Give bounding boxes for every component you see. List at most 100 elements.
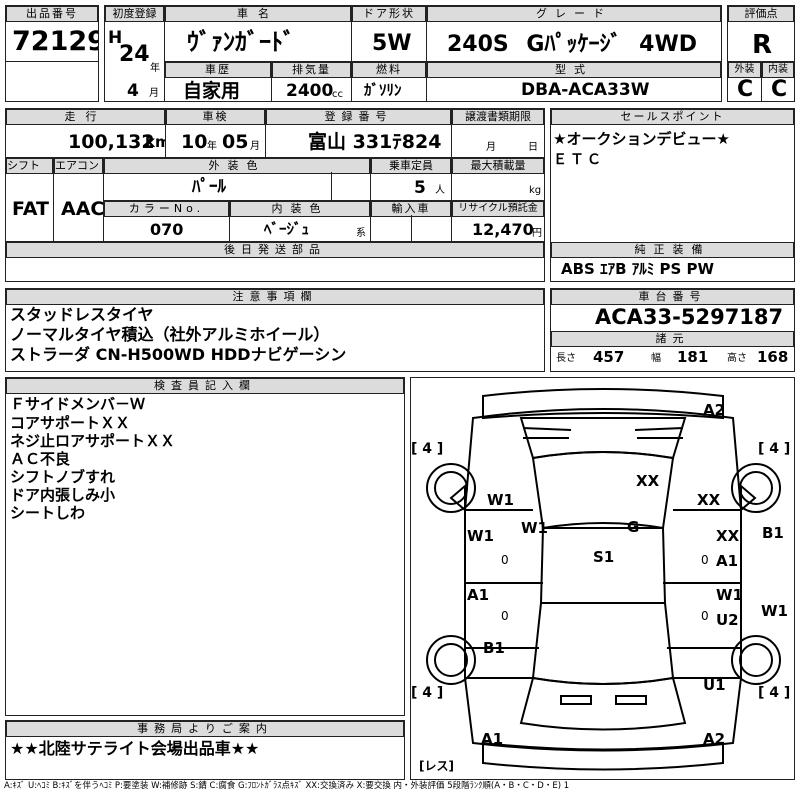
interior-grade-label: 内装 bbox=[762, 62, 794, 78]
length-label: 長さ bbox=[556, 353, 576, 364]
damage-a1-right-front-door: A1 bbox=[716, 552, 739, 570]
chassis-label: 車台番号 bbox=[551, 289, 794, 305]
aircon-label: エアコン bbox=[54, 158, 103, 174]
plate-number: 富山 331ﾃ824 bbox=[308, 131, 442, 153]
month-unit: 月 bbox=[149, 88, 159, 99]
damage-xx-right-front-door: XX bbox=[716, 527, 740, 545]
damage-s1-roof: S1 bbox=[593, 548, 615, 566]
damage-w1-pillar: W1 bbox=[521, 519, 548, 537]
tire-mark-rear-left: [ 4 ] bbox=[411, 685, 444, 701]
spare-tire-label: [レス] bbox=[419, 759, 454, 773]
inspector-label: 検査員記入欄 bbox=[6, 378, 404, 394]
recycle-label: リサイクル預託金 bbox=[452, 201, 544, 217]
interior-color-cell: 内装色 ﾍﾞｰｼﾞｭ 系 bbox=[229, 200, 371, 242]
shift-label: シフト bbox=[6, 158, 53, 174]
color-number-label: カラーNo. bbox=[104, 201, 229, 217]
office-notice-label: 事務局よりご案内 bbox=[6, 721, 404, 737]
history-label: 車歴 bbox=[165, 62, 271, 78]
exterior-grade: C bbox=[737, 77, 754, 102]
rating-label: 評価点 bbox=[728, 6, 794, 22]
inspector-note-6: ドア内張しみ小 bbox=[10, 486, 116, 504]
sales-point-2: ＥＴＣ bbox=[553, 152, 604, 168]
transfer-deadline-cell: 譲渡書類期限 月 日 bbox=[451, 108, 545, 158]
capacity-label: 乗車定員 bbox=[371, 158, 451, 174]
capacity: 5 bbox=[414, 178, 426, 198]
transfer-day-unit: 日 bbox=[528, 142, 538, 153]
tire-mark-front-left: [ 4 ] bbox=[411, 441, 444, 457]
sales-point-label: セールスポイント bbox=[551, 109, 794, 125]
first-registration-label: 初度登録 bbox=[105, 6, 164, 22]
car-name: ｳﾞｧﾝｶﾞｰﾄﾞ bbox=[187, 28, 295, 56]
later-parts-cell: 後日発送部品 bbox=[5, 241, 545, 282]
inspection-cell: 車検 10 年 05 月 bbox=[165, 108, 266, 158]
max-load-label: 最大積載量 bbox=[452, 158, 544, 174]
color-number-cell: カラーNo. 070 bbox=[103, 200, 230, 242]
exterior-grade-label: 外装 bbox=[728, 62, 761, 78]
inspector-note-3: ネジ止ロアサポートＸＸ bbox=[10, 432, 176, 450]
damage-diagram: [ 4 ] [ 4 ] [ 4 ] [ 4 ] 0 0 0 0 A2 XX XX… bbox=[410, 377, 795, 780]
grade-cell: グレード 240S Gﾊﾟｯｹｰｼﾞ 4WD bbox=[426, 5, 722, 62]
damage-w1-left-fender: W1 bbox=[487, 491, 514, 509]
chassis-cell: 車台番号 ACA33-5297187 諸元 長さ 457 幅 181 高さ 16… bbox=[550, 288, 795, 372]
damage-a2-top: A2 bbox=[703, 401, 726, 419]
model-cell: 型式 DBA-ACA33W bbox=[426, 61, 722, 102]
interior-grade: C bbox=[771, 77, 788, 102]
displacement-cell: 排気量 2400 cc bbox=[271, 61, 352, 102]
inspector-note-4: ＡＣ不良 bbox=[10, 450, 71, 468]
door-zero-left-rear: 0 bbox=[501, 609, 509, 623]
model: DBA-ACA33W bbox=[521, 80, 650, 100]
fuel-cell: 燃料 ｶﾞｿﾘﾝ bbox=[351, 61, 427, 102]
capacity-cell: 乗車定員 5 人 bbox=[370, 157, 452, 201]
mileage-unit: km bbox=[145, 133, 165, 151]
mileage-label: 走行 bbox=[6, 109, 165, 125]
displacement-unit: cc bbox=[332, 89, 343, 100]
import-divider bbox=[411, 215, 412, 241]
inspection-month: 05 bbox=[222, 131, 249, 153]
equipment-label: 純正装備 bbox=[551, 242, 794, 258]
damage-w1-left-front-door: W1 bbox=[467, 527, 494, 545]
aircon-cell: エアコン AAC bbox=[53, 157, 104, 242]
door-zero-right-front: 0 bbox=[701, 553, 709, 567]
inspection-year-unit: 年 bbox=[207, 141, 217, 152]
lot-number-label: 出品番号 bbox=[6, 6, 98, 22]
damage-u2-right-rear-door: U2 bbox=[716, 611, 739, 629]
exterior-grade-cell: 外装 C bbox=[727, 61, 762, 102]
max-load-cell: 最大積載量 kg bbox=[451, 157, 545, 201]
registration-month: 4 bbox=[127, 81, 139, 101]
inspection-label: 車検 bbox=[166, 109, 265, 125]
door-type: 5W bbox=[372, 31, 412, 56]
damage-a1-bottom: A1 bbox=[481, 730, 504, 748]
registration-year: 24 bbox=[119, 42, 150, 67]
height-label: 高さ bbox=[727, 353, 747, 364]
interior-color-label: 内装色 bbox=[230, 201, 370, 217]
equipment: ABS ｴｱB ｱﾙﾐ PS PW bbox=[561, 260, 715, 278]
shift-cell: シフト FAT bbox=[5, 157, 54, 242]
car-outline-drawing bbox=[426, 388, 781, 771]
car-name-cell: 車名 ｳﾞｧﾝｶﾞｰﾄﾞ bbox=[164, 5, 352, 62]
damage-w1-right-side: W1 bbox=[761, 602, 788, 620]
sales-point-cell: セールスポイント ★オークションデビュー★ ＥＴＣ 純正装備 ABS ｴｱB ｱ… bbox=[550, 108, 795, 282]
year-unit: 年 bbox=[150, 63, 160, 74]
damage-b1-right-side: B1 bbox=[762, 524, 784, 542]
inspector-note-7: シートしわ bbox=[10, 504, 86, 522]
later-parts-label: 後日発送部品 bbox=[6, 242, 544, 258]
width: 181 bbox=[677, 348, 709, 366]
office-notice-cell: 事務局よりご案内 ★★北陸サテライト会場出品車★★ bbox=[5, 720, 405, 780]
lot-number-cell: 出品番号 72129 bbox=[5, 5, 99, 62]
interior-grade-cell: 内装 C bbox=[761, 61, 795, 102]
chassis-number: ACA33-5297187 bbox=[595, 305, 784, 329]
history: 自家用 bbox=[183, 80, 241, 102]
damage-g-windshield: G bbox=[627, 518, 640, 536]
width-label: 幅 bbox=[651, 353, 661, 364]
recycle-cell: リサイクル預託金 12,470 円 bbox=[451, 200, 545, 242]
color: ﾊﾟｰﾙ bbox=[192, 177, 226, 197]
door-zero-left-front: 0 bbox=[501, 553, 509, 567]
door-cell: ドア形状 5W bbox=[351, 5, 427, 62]
first-registration-cell: 初度登録 H 24 年 4 月 bbox=[104, 5, 165, 102]
rating: R bbox=[752, 30, 773, 60]
office-notice: ★★北陸サテライト会場出品車★★ bbox=[10, 739, 260, 758]
damage-u1-right-quarter: U1 bbox=[703, 676, 726, 694]
lot-number: 72129 bbox=[12, 26, 99, 57]
color-number: 070 bbox=[150, 220, 184, 239]
transfer-month-unit: 月 bbox=[486, 142, 496, 153]
